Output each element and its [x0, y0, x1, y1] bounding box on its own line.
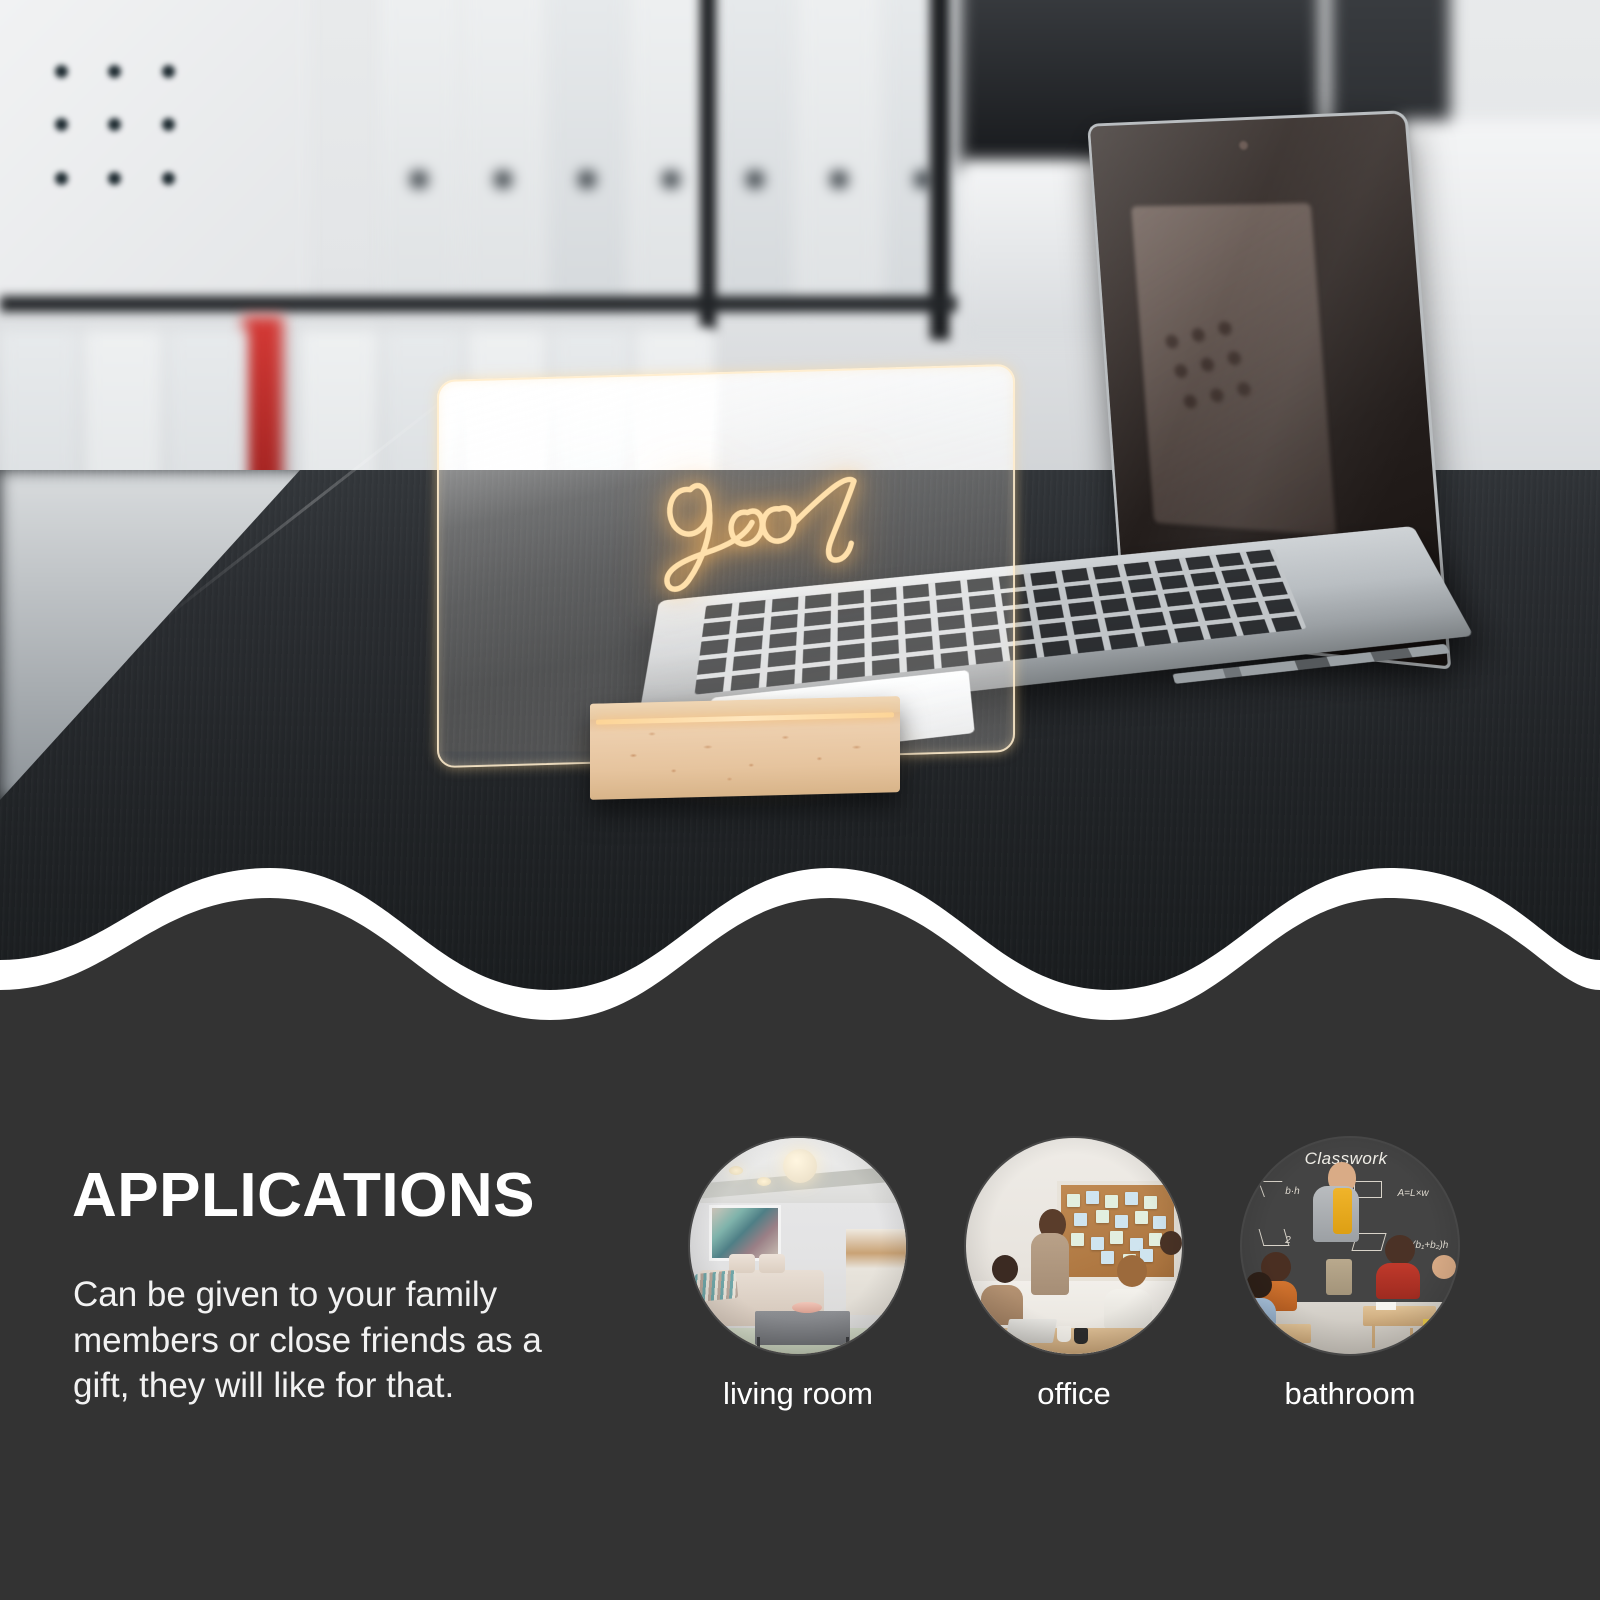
coffee-cup [1056, 1325, 1071, 1342]
application-thumbnails: living room office Classwork A=L×w A=(b₁… [690, 1138, 1540, 1411]
thumbnail-caption: office [1037, 1376, 1111, 1411]
ceiling-lamp-icon [782, 1148, 817, 1183]
wood-grain-texture [590, 696, 900, 800]
thumbnail-bathroom[interactable]: Classwork A=L×w A=(b₁+b₂)h b·h 2 bathroo… [1242, 1138, 1458, 1411]
student-top [1242, 1297, 1276, 1326]
thumbnail-caption: living room [723, 1376, 873, 1411]
coffee-cup [1074, 1328, 1088, 1345]
product-marketing-image: APPLICATIONS Can be given to your family… [0, 0, 1600, 1600]
hero-product-photo [0, 0, 1600, 1010]
page-title: APPLICATIONS [72, 1161, 535, 1230]
person-avatar [991, 1254, 1018, 1283]
dot-grid-pattern [35, 45, 195, 205]
person-avatar [1117, 1254, 1148, 1287]
blackboard-formula-rect: A=L×w [1397, 1187, 1429, 1199]
red-binder [243, 316, 283, 486]
student-hoodie [1375, 1263, 1420, 1300]
student-avatar [1384, 1235, 1415, 1266]
notebook [1423, 1319, 1442, 1327]
handwritten-good-text [664, 476, 857, 592]
laptop [1004, 1319, 1057, 1344]
person-body [1030, 1233, 1069, 1296]
shelf-post [930, 0, 950, 340]
student-desk [1246, 1323, 1312, 1344]
wooden-base [590, 696, 900, 800]
thumbnail-image-office [966, 1138, 1182, 1354]
shelf-post [700, 0, 716, 330]
person-body [1104, 1289, 1153, 1330]
applications-description: Can be given to your family members or c… [73, 1275, 542, 1405]
teacher-shirt [1332, 1187, 1352, 1234]
thumbnail-living-room[interactable]: living room [690, 1138, 906, 1411]
thumbnail-image-bathroom: Classwork A=L×w A=(b₁+b₂)h b·h 2 [1242, 1138, 1458, 1354]
shelf-rail [0, 296, 960, 312]
person-avatar [1160, 1230, 1182, 1255]
student-avatar [1432, 1254, 1457, 1279]
thumbnail-office[interactable]: office [966, 1138, 1182, 1411]
thumbnail-image-living-room [690, 1138, 906, 1354]
notebook [1375, 1302, 1396, 1311]
coffee-table [754, 1310, 850, 1346]
teacher-trousers [1326, 1258, 1353, 1295]
wall-artwork [709, 1204, 781, 1262]
thumbnail-caption: bathroom [1284, 1376, 1416, 1411]
binder-shelf-row-top [380, 0, 962, 310]
